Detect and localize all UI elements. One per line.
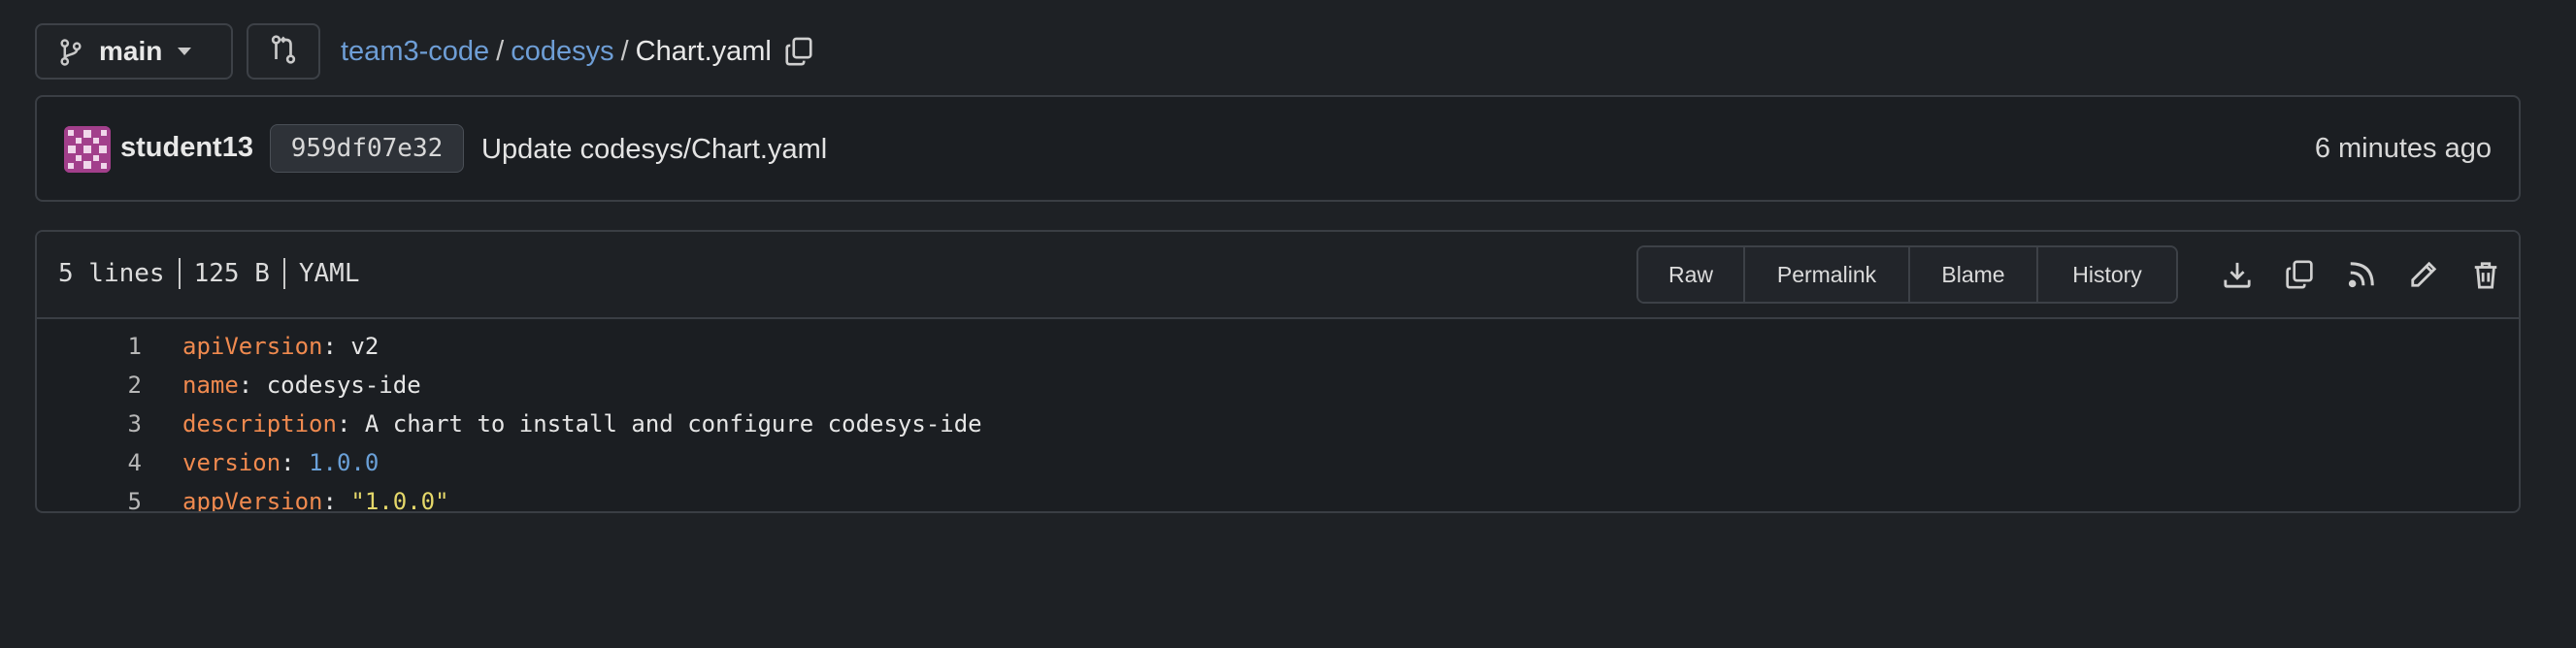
copy-path-icon[interactable] bbox=[785, 37, 812, 66]
code-view: 1 apiVersion: v2 2 name: codesys-ide 3 d… bbox=[37, 321, 2519, 513]
code-line: 4 version: 1.0.0 bbox=[37, 443, 2519, 482]
yaml-string-value: "1.0.0" bbox=[350, 488, 449, 513]
code-line: 5 appVersion: "1.0.0" bbox=[37, 482, 2519, 513]
yaml-value: v2 bbox=[350, 333, 380, 360]
yaml-separator: : bbox=[281, 449, 310, 476]
avatar[interactable] bbox=[64, 126, 111, 173]
file-line-count: 5 lines bbox=[58, 259, 165, 288]
breadcrumb: team3-code / codesys / Chart.yaml bbox=[341, 32, 812, 71]
yaml-value: codesys-ide bbox=[266, 372, 421, 399]
file-header: 5 lines 125 B YAML Raw Permalink Blame H… bbox=[37, 232, 2519, 319]
commit-author[interactable]: student13 bbox=[120, 132, 253, 164]
history-button[interactable]: History bbox=[2038, 247, 2176, 302]
yaml-separator: : bbox=[336, 410, 365, 437]
file-size: 125 B bbox=[193, 259, 270, 288]
commit-message[interactable]: Update codesys/Chart.yaml bbox=[481, 134, 827, 166]
copy-icon[interactable] bbox=[2278, 253, 2321, 296]
blame-button[interactable]: Blame bbox=[1910, 247, 2038, 302]
breadcrumb-folder-link[interactable]: codesys bbox=[511, 36, 613, 68]
yaml-key: description bbox=[182, 410, 337, 437]
divider bbox=[282, 258, 285, 289]
line-number[interactable]: 5 bbox=[37, 488, 142, 511]
chevron-down-icon bbox=[178, 48, 192, 55]
rss-icon[interactable] bbox=[2340, 253, 2383, 296]
file-language: YAML bbox=[298, 259, 360, 288]
divider bbox=[178, 258, 181, 289]
pencil-icon[interactable] bbox=[2402, 253, 2445, 296]
yaml-key: name bbox=[182, 372, 239, 399]
line-number[interactable]: 3 bbox=[37, 410, 142, 437]
commit-time: 6 minutes ago bbox=[2314, 133, 2492, 164]
code-line: 3 description: A chart to install and co… bbox=[37, 405, 2519, 443]
file-view-button-group: Raw Permalink Blame History bbox=[1636, 245, 2178, 304]
compare-button[interactable] bbox=[247, 23, 320, 80]
latest-commit-bar: student13 959df07e32 Update codesys/Char… bbox=[35, 95, 2521, 202]
git-branch-icon bbox=[58, 39, 83, 71]
yaml-separator: : bbox=[238, 372, 267, 399]
raw-button[interactable]: Raw bbox=[1638, 247, 1745, 302]
yaml-separator: : bbox=[322, 488, 351, 513]
line-number[interactable]: 4 bbox=[37, 449, 142, 476]
file-meta: 5 lines 125 B YAML bbox=[58, 258, 359, 289]
download-icon[interactable] bbox=[2216, 253, 2259, 296]
git-compare-icon bbox=[270, 34, 297, 69]
yaml-key: appVersion bbox=[182, 488, 323, 513]
branch-select-button[interactable]: main bbox=[35, 23, 233, 80]
breadcrumb-separator: / bbox=[496, 35, 505, 67]
breadcrumb-repo-link[interactable]: team3-code bbox=[341, 36, 489, 68]
permalink-button[interactable]: Permalink bbox=[1745, 247, 1910, 302]
yaml-number-value: 1.0.0 bbox=[309, 449, 380, 476]
file-viewer: 5 lines 125 B YAML Raw Permalink Blame H… bbox=[35, 230, 2521, 513]
branch-name: main bbox=[99, 36, 163, 66]
breadcrumb-file-name: Chart.yaml bbox=[635, 35, 772, 67]
yaml-key: version bbox=[182, 449, 281, 476]
breadcrumb-separator: / bbox=[620, 35, 629, 67]
yaml-separator: : bbox=[322, 333, 351, 360]
line-number[interactable]: 2 bbox=[37, 372, 142, 399]
yaml-value: A chart to install and configure codesys… bbox=[364, 410, 982, 437]
yaml-key: apiVersion bbox=[182, 333, 323, 360]
trash-icon[interactable] bbox=[2464, 253, 2507, 296]
code-line: 2 name: codesys-ide bbox=[37, 366, 2519, 405]
commit-sha-badge[interactable]: 959df07e32 bbox=[270, 124, 464, 173]
line-number[interactable]: 1 bbox=[37, 333, 142, 360]
code-line: 1 apiVersion: v2 bbox=[37, 327, 2519, 366]
